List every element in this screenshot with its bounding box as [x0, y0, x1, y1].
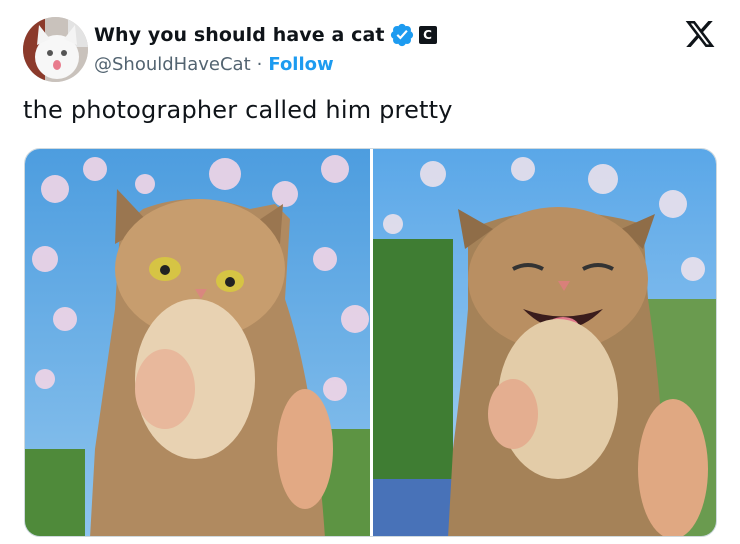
tweet-media: [24, 148, 717, 537]
author-display-name[interactable]: Why you should have a cat: [94, 24, 385, 46]
media-photo-1[interactable]: [25, 149, 370, 536]
tweet-header: Why you should have a cat C @ShouldHaveC…: [94, 21, 437, 77]
affiliate-badge: C: [418, 26, 437, 44]
cat-photo-calm: [25, 149, 370, 536]
handle-row: @ShouldHaveCat · Follow: [94, 51, 437, 77]
separator-dot: ·: [256, 53, 263, 75]
author-handle[interactable]: @ShouldHaveCat: [94, 54, 251, 75]
x-logo-icon[interactable]: [683, 18, 717, 50]
media-photo-2[interactable]: [373, 149, 716, 536]
name-row: Why you should have a cat C: [94, 21, 437, 49]
tweet-text: the photographer called him pretty: [23, 96, 453, 124]
verified-badge-icon: [389, 22, 415, 48]
follow-button[interactable]: Follow: [268, 54, 333, 75]
author-avatar[interactable]: [23, 17, 88, 82]
avatar-image: [23, 17, 88, 82]
cat-photo-smiling: [373, 149, 716, 536]
